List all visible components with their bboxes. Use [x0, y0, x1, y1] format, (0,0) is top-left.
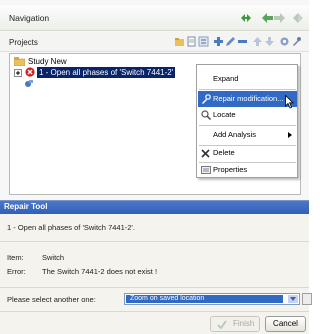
dialog-description: 1 - Open all phases of 'Switch 7441-2'.: [7, 223, 135, 232]
error-icon: [25, 67, 35, 77]
browse-button[interactable]: [302, 293, 312, 305]
menu-item-repair[interactable]: Repair modification...: [198, 91, 297, 107]
add-icon[interactable]: [213, 36, 224, 47]
select-value: Zoom on saved location: [126, 295, 283, 303]
edit-icon[interactable]: [225, 36, 236, 47]
tree-row-study[interactable]: Study New: [14, 56, 214, 67]
submenu-arrow-icon: [288, 132, 292, 138]
open-folder-icon[interactable]: [174, 36, 185, 47]
tree-view-icon[interactable]: [198, 36, 209, 47]
chevron-down-icon[interactable]: [288, 295, 298, 303]
document-icon[interactable]: [186, 36, 197, 47]
finish-button[interactable]: Finish: [210, 316, 260, 332]
phase-icon: [25, 80, 33, 87]
dialog-title: Repair Tool: [4, 202, 48, 211]
projects-toolbar: Projects: [0, 32, 309, 52]
expand-plus-icon[interactable]: [14, 69, 22, 77]
wrench-icon: [202, 94, 211, 104]
menu-item-expand[interactable]: Expand: [198, 71, 297, 87]
dialog-divider: [0, 311, 309, 312]
dialog-titlebar[interactable]: Repair Tool: [0, 201, 309, 214]
settings-icon[interactable]: [279, 36, 290, 47]
navigation-header: Navigation: [0, 5, 309, 31]
dialog-divider: [0, 287, 309, 288]
select-label: Please select another one:: [7, 295, 96, 304]
cancel-button[interactable]: Cancel: [265, 316, 306, 332]
menu-item-locate[interactable]: Locate: [198, 107, 297, 123]
forward-icon[interactable]: [272, 12, 286, 24]
dialog-divider: [0, 241, 309, 242]
cancel-label: Cancel: [273, 319, 298, 328]
tree-label-study: Study New: [28, 57, 67, 66]
sync-icon[interactable]: [239, 12, 253, 24]
menu-separator: [199, 89, 296, 90]
tree-label-modification: 1 - Open all phases of 'Switch 7441-2': [37, 67, 176, 78]
item-value: Switch: [42, 253, 65, 262]
alternative-select[interactable]: Zoom on saved location: [124, 293, 300, 305]
menu-item-properties[interactable]: Properties: [198, 162, 297, 178]
delete-icon: [201, 149, 210, 158]
projects-label: Projects: [9, 38, 38, 47]
navigation-title: Navigation: [9, 13, 50, 23]
menu-item-add-analysis[interactable]: Add Analysis: [198, 127, 297, 143]
item-label: Item:: [7, 253, 24, 262]
repair-dialog: Repair Tool 1 - Open all phases of 'Swit…: [0, 200, 312, 334]
properties-icon: [201, 166, 211, 174]
move-down-icon[interactable]: [264, 36, 275, 47]
menu-separator: [199, 125, 296, 126]
error-value: The Switch 7441-2 does not exist !: [42, 267, 158, 276]
menu-item-delete[interactable]: Delete: [198, 145, 297, 161]
error-label: Error:: [7, 267, 26, 276]
collapse-icon[interactable]: [291, 12, 305, 24]
move-up-icon[interactable]: [252, 36, 263, 47]
finish-label: Finish: [233, 319, 255, 328]
context-menu: Expand Repair modification... Locate Add…: [196, 64, 298, 178]
magnifier-icon: [201, 110, 211, 120]
tools-icon[interactable]: [291, 36, 302, 47]
check-icon: [217, 320, 227, 329]
folder-icon: [14, 57, 25, 66]
remove-icon[interactable]: [237, 36, 248, 47]
tree-row-child[interactable]: [24, 78, 44, 89]
